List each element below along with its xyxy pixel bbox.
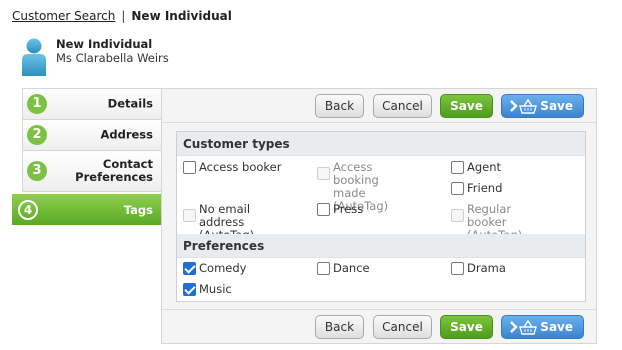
- option-label: Comedy: [199, 261, 247, 275]
- save-button[interactable]: Save: [440, 315, 493, 339]
- breadcrumb-current: New Individual: [131, 9, 232, 23]
- breadcrumb-separator: |: [121, 9, 126, 23]
- step-number: 4: [18, 199, 38, 220]
- top-toolbar: Back Cancel Save Save: [162, 89, 596, 123]
- option-label: Press: [333, 202, 364, 216]
- save-to-basket-label: Save: [540, 320, 573, 334]
- step-tabs: 1 Details 2 Address 3 Contact Preference…: [22, 88, 162, 192]
- checkbox[interactable]: [317, 262, 330, 275]
- breadcrumb: Customer Search | New Individual: [12, 9, 232, 23]
- bottom-toolbar: Back Cancel Save Save: [162, 309, 596, 343]
- save-to-basket-button[interactable]: Save: [501, 94, 584, 118]
- save-to-basket-button[interactable]: Save: [501, 315, 584, 339]
- checkbox[interactable]: [317, 203, 330, 216]
- tab-label: Details: [107, 96, 153, 111]
- cancel-button[interactable]: Cancel: [373, 315, 432, 339]
- checkbox-checked[interactable]: [183, 262, 196, 275]
- option-label: Music: [199, 282, 232, 296]
- breadcrumb-customer-search-link[interactable]: Customer Search: [12, 9, 115, 23]
- customer-name: Ms Clarabella Weirs: [56, 51, 169, 65]
- checkbox[interactable]: [451, 182, 464, 195]
- step-number: 1: [27, 94, 47, 114]
- tab-contact-preferences[interactable]: 3 Contact Preferences: [22, 150, 162, 192]
- option-label: Access booker: [199, 160, 282, 174]
- basket-icon: [510, 319, 537, 335]
- tab-label: Contact Preferences: [75, 157, 153, 184]
- preferences-heading: Preferences: [177, 234, 585, 258]
- save-button[interactable]: Save: [440, 94, 493, 118]
- cancel-button[interactable]: Cancel: [373, 94, 432, 118]
- step-number: 3: [27, 161, 47, 181]
- checkbox-disabled: [183, 209, 196, 222]
- checkbox-checked[interactable]: [183, 283, 196, 296]
- person-icon: [22, 38, 46, 76]
- checkbox[interactable]: [451, 262, 464, 275]
- tab-details[interactable]: 1 Details: [22, 88, 162, 119]
- customer-types-heading: Customer types: [177, 132, 585, 156]
- tab-tags[interactable]: 4 Tags: [12, 194, 173, 225]
- option-label: Drama: [467, 261, 506, 275]
- tab-label: Address: [100, 127, 153, 142]
- page-title: New Individual: [56, 37, 153, 51]
- checkbox-disabled: [317, 167, 330, 180]
- back-button[interactable]: Back: [315, 94, 364, 118]
- checkbox[interactable]: [451, 161, 464, 174]
- save-to-basket-label: Save: [540, 99, 573, 113]
- basket-icon: [510, 98, 537, 114]
- tab-address[interactable]: 2 Address: [22, 119, 162, 150]
- tags-content: Customer types Access booker Access book…: [176, 131, 586, 302]
- option-label: Agent: [467, 160, 502, 174]
- option-label: Friend: [467, 181, 503, 195]
- back-button[interactable]: Back: [315, 315, 364, 339]
- tab-label: Tags: [123, 202, 153, 217]
- option-label: Dance: [333, 261, 370, 275]
- tags-panel: Back Cancel Save Save Customer types Acc…: [161, 88, 597, 344]
- checkbox-disabled: [451, 209, 464, 222]
- step-number: 2: [27, 125, 47, 145]
- checkbox[interactable]: [183, 161, 196, 174]
